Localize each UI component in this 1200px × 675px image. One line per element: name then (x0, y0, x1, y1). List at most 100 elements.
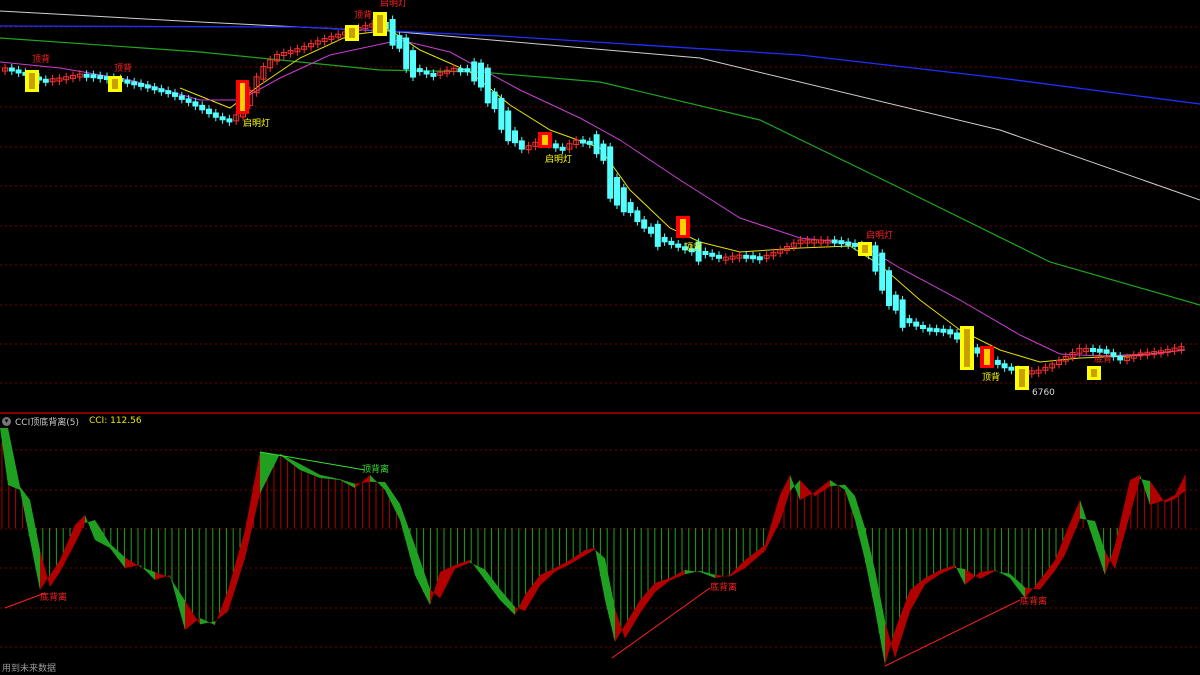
cci-band (980, 570, 995, 579)
candle-body (423, 70, 430, 75)
candle-body (634, 210, 641, 223)
cci-band (1175, 475, 1185, 499)
price-low-label: 6760 (1032, 388, 1055, 398)
signal-boxes (25, 12, 1101, 390)
divergence-labels: 顶背离底背离底背离底背离 (40, 463, 1047, 607)
divergence-label: 底背离 (1020, 595, 1047, 607)
future-data-note: 用到未来数据 (2, 664, 57, 674)
candle-body (852, 242, 858, 247)
candle-body (845, 241, 852, 246)
indicator-header: ▾ CCI顶底背离(5) CCI: 112.56 (2, 414, 142, 428)
cci-band (228, 530, 245, 612)
cci-band (895, 590, 910, 658)
cci-band (170, 575, 185, 630)
divergence-line (4, 592, 46, 609)
cci-band (995, 570, 1010, 578)
candle-body (600, 143, 607, 161)
candle-body (661, 236, 668, 243)
candle-body (756, 256, 763, 261)
cci-band (155, 572, 170, 580)
cci-band (540, 568, 555, 586)
candle-body (607, 146, 614, 199)
stock-chart: 顶背顶背启明灯顶背启明灯启明灯顶背顶背启明灯6760底背顶背离底背离底背离底背离 (0, 0, 1200, 667)
candle-body (954, 332, 960, 340)
cci-band (655, 578, 670, 593)
cci-band (20, 486, 30, 540)
cci-band (50, 560, 60, 587)
candle-body (144, 84, 151, 89)
candle-body (403, 37, 410, 70)
cci-band (885, 621, 895, 665)
cci-band (800, 480, 815, 500)
ma-yellow-line (179, 29, 1186, 363)
cci-band (500, 589, 515, 615)
cci-band (1080, 500, 1095, 545)
cci-band (700, 570, 715, 578)
signal-box-inner (349, 28, 355, 38)
signal-box-inner (1091, 369, 1097, 377)
cci-band (85, 515, 95, 540)
candle-body (838, 240, 845, 245)
candle-body (491, 91, 498, 110)
signal-box-inner (377, 15, 383, 33)
candle-body (1001, 363, 1008, 369)
candle-body (1103, 349, 1110, 354)
candle-body (192, 101, 199, 107)
cci-band (8, 428, 20, 490)
candle-body (559, 146, 566, 151)
cci-band (0, 428, 8, 485)
cci-band (95, 520, 110, 548)
candle-body (974, 347, 981, 354)
signal-label: 底背 (1094, 353, 1112, 365)
cci-band (260, 452, 280, 494)
candle-body (389, 19, 396, 46)
cci-band (515, 595, 525, 615)
candle-body (593, 134, 600, 155)
signal-label: 启明灯 (380, 0, 407, 9)
candle-body (498, 97, 505, 130)
cci-band (1065, 500, 1080, 555)
candle-body (1117, 355, 1124, 361)
divergence-label: 底背离 (40, 591, 67, 603)
cci-band (415, 545, 430, 605)
candle-body (464, 68, 471, 73)
candle-body (750, 255, 756, 260)
signal-box-inner (862, 245, 868, 253)
chevron-down-icon[interactable]: ▾ (2, 416, 11, 426)
cci-band (570, 550, 585, 565)
signal-label: 启明灯 (866, 229, 893, 241)
cci-band (485, 569, 500, 600)
cci-band (670, 570, 685, 581)
cci-band (1165, 495, 1175, 503)
cci-band (1150, 481, 1165, 505)
indicator-value: CCI: 112.56 (88, 416, 142, 426)
ma-blue-line (0, 25, 1200, 105)
candle-body (457, 68, 464, 73)
cci-band (830, 480, 845, 490)
candle-body (940, 328, 947, 333)
cci-band (60, 525, 75, 572)
cci-band (730, 560, 745, 577)
candle-body (702, 250, 709, 255)
candle-body (8, 67, 15, 72)
candle-body (219, 116, 226, 121)
ma-white-line (0, 10, 1200, 201)
cci-band (245, 452, 260, 559)
cci-histogram (1, 442, 1186, 662)
price-labels: 顶背顶背启明灯顶背启明灯启明灯顶背顶背启明灯6760底背 (32, 0, 1112, 398)
cci-band (1115, 480, 1130, 569)
candle-body (158, 88, 165, 93)
signal-label: 顶背 (354, 9, 372, 21)
signal-box-inner (1019, 369, 1025, 387)
candle-body (926, 327, 933, 332)
candles (2, 15, 1185, 379)
candle-body (641, 219, 648, 229)
cci-band (685, 570, 700, 575)
candle-body (478, 62, 484, 88)
signal-box-inner (964, 329, 970, 367)
candle-body (206, 108, 212, 115)
candle-body (226, 118, 233, 123)
signal-label: 顶背 (982, 371, 1000, 383)
candle-body (212, 112, 219, 118)
signal-label: 顶背 (684, 241, 702, 253)
